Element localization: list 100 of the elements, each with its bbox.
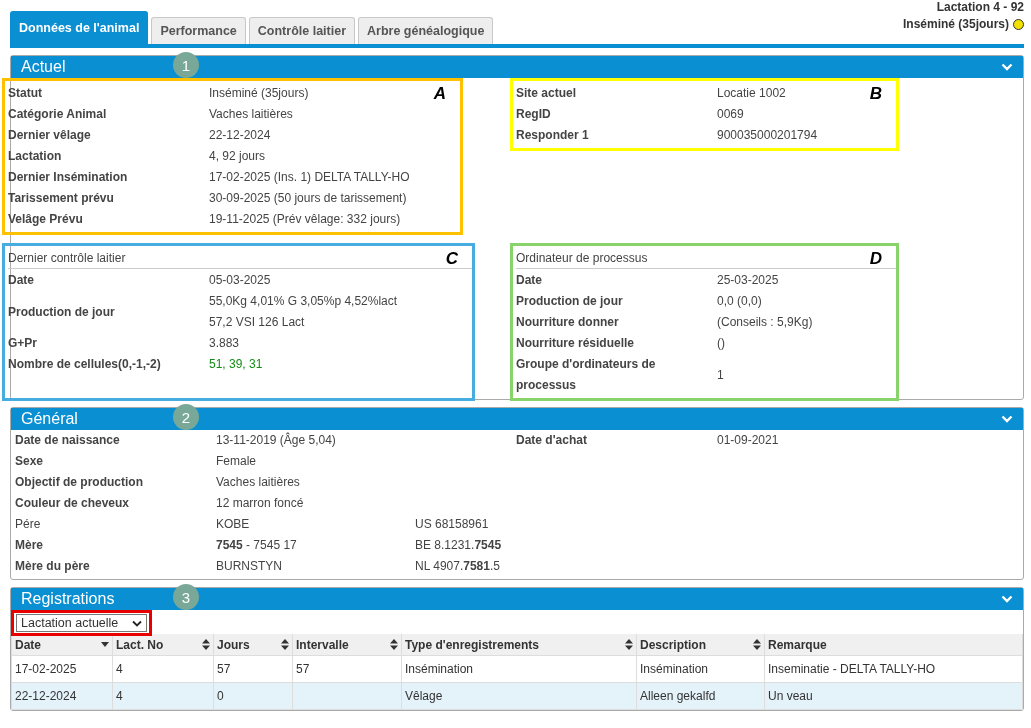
collapse-icon[interactable] <box>1001 63 1013 71</box>
field-label: Responder 1 <box>516 127 590 144</box>
step-badge: 3 <box>173 584 199 610</box>
field-value: Vaches laitières <box>216 474 301 491</box>
sort-icon <box>281 639 289 650</box>
column-header[interactable]: Jours <box>213 634 293 656</box>
field-label: Catégorie Animal <box>8 106 108 123</box>
registration-number: US 68158961 <box>415 517 489 531</box>
table-cell: 4 <box>116 689 123 703</box>
field-value: BURNSTYN <box>216 558 283 575</box>
sort-icon <box>753 639 761 650</box>
field-value: 51, 39, 31 <box>209 356 263 373</box>
field-label: Lactation <box>8 148 63 165</box>
field-value: 13-11-2019 (Âge 5,04) <box>216 431 337 449</box>
field-label: Dernier vêlage <box>8 127 92 144</box>
field-label: Objectif de production <box>15 474 144 491</box>
tab[interactable]: Arbre généalogique <box>358 17 494 44</box>
panel-title: Registrations <box>21 590 115 608</box>
field-label: Mère du père <box>15 558 91 575</box>
table-cell: Alleen gekalfd <box>640 689 716 703</box>
panel-title: Général <box>21 410 78 428</box>
field-value: 57,2 VSI 126 Lact <box>209 314 306 331</box>
field-label: Nourriture résiduelle <box>516 335 636 352</box>
registration-number: NL 4907.7581.5 <box>415 559 500 573</box>
field-label: Tarissement prévu <box>8 190 115 207</box>
table-cell: 57 <box>217 662 231 676</box>
field-value: 0069 <box>717 106 744 123</box>
table-cell: 4 <box>116 662 123 676</box>
sort-down-icon <box>101 642 109 647</box>
field-label: Site actuel <box>516 85 578 102</box>
table-cell: Insémination <box>405 662 474 676</box>
field-value: 55,0Kg 4,01% G 3,05%p 4,52%lact <box>209 293 398 310</box>
field-label: Groupe d'ordinateurs de processus <box>516 356 657 394</box>
column-header[interactable]: Date <box>11 634 113 656</box>
field-value: 25-03-2025 <box>717 272 779 289</box>
field-label: Mère <box>15 537 44 554</box>
field-value: (Conseils : 5,9Kg) <box>717 314 813 331</box>
lactation-label: Lactation 4 - 92 <box>936 1 1024 14</box>
tab[interactable]: Performance <box>151 17 246 44</box>
field-value: 3.883 <box>209 335 240 352</box>
sort-icon <box>625 639 633 650</box>
table-cell: 0 <box>217 689 224 703</box>
field-value: KOBE <box>216 516 251 533</box>
tab[interactable]: Données de l'animal <box>10 11 149 44</box>
caret-icon <box>132 619 143 627</box>
field-label: Dernier Insémination <box>8 169 129 186</box>
table-cell: Inseminatie - DELTA TALLY-HO <box>768 662 936 676</box>
annotation-letter: D <box>869 249 882 269</box>
field-label: Nombre de cellules(0,-1,-2) <box>8 356 162 373</box>
field-label: Date d'achat <box>516 432 588 449</box>
field-value: Female <box>216 453 257 470</box>
column-header[interactable]: Description <box>636 634 765 656</box>
field-value: 30-09-2025 (50 jours de tarissement) <box>209 190 407 207</box>
column-header[interactable]: Remarque <box>764 634 1023 656</box>
field-label: Sexe <box>15 453 45 470</box>
status-dot <box>1013 18 1024 30</box>
field-label: Pére <box>15 516 42 533</box>
field-value: Vaches laitières <box>209 106 293 123</box>
table-cell: Insémination <box>640 662 709 676</box>
field-value: 05-03-2025 <box>209 272 271 289</box>
field-label: RegID <box>516 106 552 123</box>
status-label: Inséminé (35jours) <box>902 17 1009 31</box>
field-value: 900035000201794 <box>717 127 818 144</box>
collapse-icon[interactable] <box>1001 595 1013 603</box>
field-value: Inséminé (35jours) <box>209 85 309 102</box>
field-value: () <box>717 335 725 352</box>
field-label: G+Pr <box>8 335 38 352</box>
field-value: 4, 92 jours <box>209 148 266 165</box>
panel-title: Actuel <box>21 58 66 76</box>
table-cell: 22-12-2024 <box>15 689 77 703</box>
registration-number: BE 8.1231.7545 <box>415 538 502 552</box>
field-value: 01-09-2021 <box>717 432 779 449</box>
table-cell: Un veau <box>768 689 813 703</box>
column-header[interactable]: Lact. No <box>112 634 214 656</box>
field-value: 22-12-2024 <box>209 127 271 144</box>
step-badge: 1 <box>173 52 199 78</box>
column-header[interactable]: Intervalle <box>292 634 402 656</box>
lactation-dropdown[interactable]: Lactation actuelle <box>16 614 148 632</box>
annotation-letter: A <box>433 84 446 104</box>
field-value: 17-02-2025 (Ins. 1) DELTA TALLY-HO <box>209 169 410 186</box>
sort-icon <box>390 639 398 650</box>
field-label: Date <box>8 272 35 289</box>
field-label: Date de naissance <box>15 432 121 449</box>
field-value: 1 <box>717 366 724 384</box>
field-value: 12 marron foncé <box>216 495 305 512</box>
step-badge: 2 <box>173 404 199 430</box>
field-label: Production de jour <box>516 293 624 310</box>
table-cell: 57 <box>296 662 310 676</box>
field-label: Nourriture donner <box>516 314 620 331</box>
tab[interactable]: Contrôle laitier <box>248 17 356 44</box>
field-value: 0,0 (0,0) <box>717 293 762 310</box>
field-label: Couleur de cheveux <box>15 495 131 512</box>
field-label: Statut <box>8 85 43 102</box>
annotation-letter: B <box>869 84 882 104</box>
table-cell: 17-02-2025 <box>15 662 77 676</box>
field-label: Production de jour <box>8 303 116 321</box>
collapse-icon[interactable] <box>1001 415 1013 423</box>
field-value: 19-11-2025 (Prév vêlage: 332 jours) <box>209 211 401 228</box>
field-value: 7545 - 7545 17 <box>216 537 298 554</box>
column-header[interactable]: Type d'enregistrements <box>401 634 637 656</box>
